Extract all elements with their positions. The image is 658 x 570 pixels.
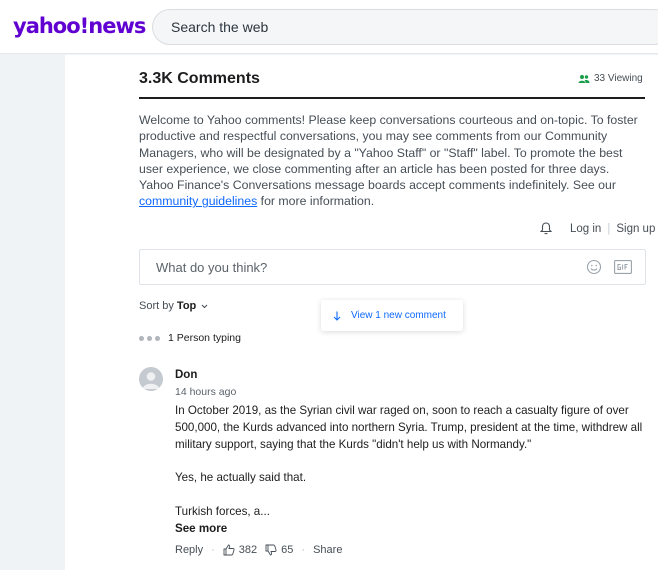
sort-prefix: Sort by xyxy=(139,300,174,312)
comment-author[interactable]: Don xyxy=(175,369,197,381)
community-guidelines-link[interactable]: community guidelines xyxy=(139,194,257,208)
comment-paragraph: In October 2019, as the Syrian civil war… xyxy=(175,404,643,451)
action-separator: · xyxy=(211,544,215,556)
site-header: yahoo!news xyxy=(0,0,658,54)
login-link[interactable]: Log in xyxy=(570,223,601,235)
thumbs-up-icon xyxy=(223,544,235,556)
sort-value: Top xyxy=(176,300,197,312)
avatar-icon[interactable] xyxy=(139,367,163,391)
comment-body: In October 2019, as the Syrian civil war… xyxy=(175,403,645,521)
sort-control[interactable]: Sort by Top xyxy=(139,300,208,312)
typing-dot xyxy=(155,335,160,341)
signup-link[interactable]: Sign up xyxy=(616,223,655,235)
comment-paragraph: Turkish forces, a... xyxy=(175,504,270,518)
gif-icon[interactable] xyxy=(614,260,632,274)
comment-composer[interactable]: What do you think? xyxy=(139,249,646,285)
thumbs-down-icon xyxy=(265,544,277,556)
typing-dot xyxy=(139,335,144,341)
see-more-link[interactable]: See more xyxy=(175,522,227,535)
chevron-down-icon xyxy=(201,304,208,309)
logo-sub: news xyxy=(88,14,146,38)
comment-paragraph: Yes, he actually said that. xyxy=(175,471,307,485)
search-input[interactable] xyxy=(171,19,631,35)
view-new-comment-button[interactable]: View 1 new comment xyxy=(321,300,463,331)
users-icon xyxy=(578,74,590,83)
auth-links: Log in | Sign up xyxy=(540,222,655,235)
title-divider xyxy=(139,97,645,99)
action-separator: · xyxy=(301,544,306,556)
comment-actions: Reply · 382 65 · Share xyxy=(175,544,342,556)
logo-bang: ! xyxy=(79,14,90,38)
yahoo-news-logo[interactable]: yahoo!news xyxy=(13,13,146,39)
search-box[interactable] xyxy=(152,9,658,45)
dislike-button[interactable]: 65 xyxy=(265,544,293,556)
like-button[interactable]: 382 xyxy=(223,544,257,556)
bell-icon[interactable] xyxy=(540,222,552,235)
composer-placeholder: What do you think? xyxy=(156,260,268,275)
typing-indicator: 1 Person typing xyxy=(139,332,241,344)
reply-button[interactable]: Reply xyxy=(175,544,203,556)
comments-title: 3.3K Comments xyxy=(139,70,260,87)
typing-label: 1 Person typing xyxy=(168,332,241,344)
viewing-label: 33 Viewing xyxy=(594,73,643,84)
typing-dot xyxy=(147,335,152,341)
left-gutter xyxy=(0,55,65,570)
welcome-tail: for more information. xyxy=(257,194,375,209)
dislike-count: 65 xyxy=(281,544,294,556)
arrow-down-icon xyxy=(333,311,341,321)
emoji-icon[interactable] xyxy=(586,259,602,275)
share-button[interactable]: Share xyxy=(313,544,342,556)
comment-time: 14 hours ago xyxy=(175,386,237,398)
like-count: 382 xyxy=(238,544,258,556)
viewing-count: 33 Viewing xyxy=(578,73,643,84)
view-new-comment-label: View 1 new comment xyxy=(351,310,446,321)
welcome-text: Welcome to Yahoo comments! Please keep c… xyxy=(139,113,638,193)
logo-main: yahoo xyxy=(13,14,81,38)
welcome-notice: Welcome to Yahoo comments! Please keep c… xyxy=(139,112,645,210)
auth-separator: | xyxy=(607,222,611,235)
